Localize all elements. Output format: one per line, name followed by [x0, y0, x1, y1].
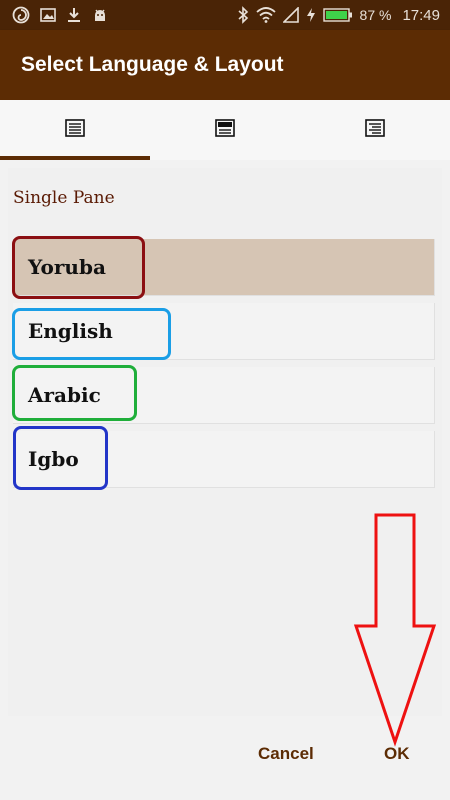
- red-arrow-annotation: [353, 513, 437, 747]
- layout-tab-bar: [0, 100, 450, 160]
- bluetooth-icon: [237, 6, 249, 24]
- highlight-box-arabic: [12, 365, 137, 421]
- app-bar: Select Language & Layout: [0, 30, 450, 100]
- cancel-button[interactable]: Cancel: [258, 744, 314, 764]
- tab-single-pane[interactable]: [0, 100, 150, 160]
- highlight-box-yoruba: [12, 236, 145, 299]
- tab-split-pane[interactable]: [150, 100, 300, 160]
- tab-parallel[interactable]: [300, 100, 450, 160]
- single-pane-layout-icon: [65, 118, 85, 142]
- charging-icon: [306, 7, 316, 23]
- wifi-icon: [255, 7, 276, 23]
- parallel-layout-icon: [365, 118, 385, 142]
- android-icon: [92, 7, 108, 23]
- status-bar: 87 % 17:49: [0, 0, 450, 30]
- battery-icon: [322, 7, 353, 23]
- image-icon: [40, 7, 56, 23]
- download-icon: [66, 7, 82, 23]
- split-pane-layout-icon: [215, 118, 235, 142]
- battery-percentage: 87 %: [359, 7, 392, 23]
- app-swirl-icon: [12, 6, 30, 24]
- highlight-box-igbo: [13, 426, 108, 490]
- section-title: Single Pane: [13, 188, 115, 208]
- dialog-footer: Cancel OK: [0, 716, 450, 800]
- ok-button[interactable]: OK: [384, 744, 410, 764]
- highlight-box-english: [12, 308, 171, 360]
- page-title: Select Language & Layout: [21, 53, 284, 76]
- signal-icon: [282, 7, 299, 23]
- clock: 17:49: [402, 6, 440, 24]
